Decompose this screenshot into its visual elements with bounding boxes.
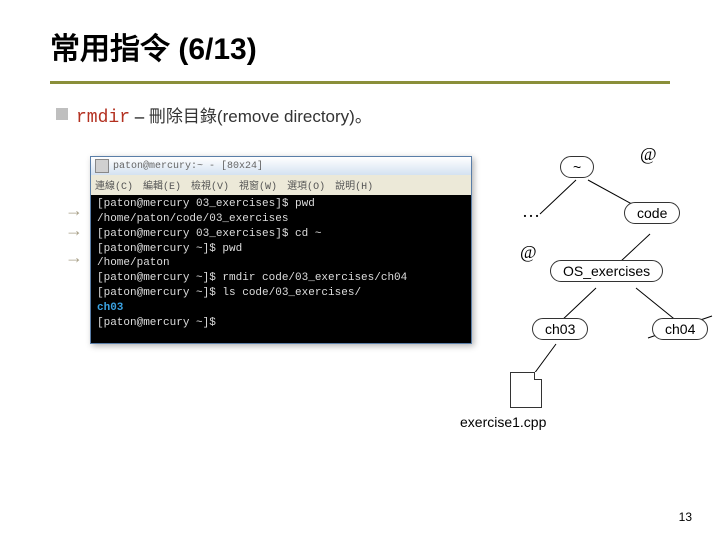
menu-item: 連線(C)	[95, 177, 133, 193]
at-annot-top: @	[640, 144, 657, 165]
terminal-titlebar: paton@mercury:~ - [80x24]	[91, 157, 471, 175]
command-name: rmdir	[76, 108, 130, 128]
bullet-line: rmdir – 刪除目錄(remove directory)。	[56, 102, 670, 128]
term-line: [paton@mercury ~]$ rmdir code/03_exercis…	[97, 271, 465, 286]
term-line: [paton@mercury 03_exercises]$ cd ~	[97, 227, 465, 242]
terminal-body: [paton@mercury 03_exercises]$ pwd /home/…	[91, 195, 471, 343]
term-line: [paton@mercury 03_exercises]$ pwd	[97, 197, 465, 212]
term-line: [paton@mercury ~]$ pwd	[97, 242, 465, 257]
file-label: exercise1.cpp	[460, 414, 546, 430]
term-prompt: [paton@mercury ~]$	[97, 316, 465, 331]
page-number: 13	[679, 510, 692, 524]
bullet-icon	[56, 108, 68, 120]
file-icon	[510, 372, 542, 408]
term-line: /home/paton/code/03_exercises	[97, 212, 465, 227]
console-icon	[95, 159, 109, 173]
menu-item: 說明(H)	[335, 177, 373, 193]
term-line: /home/paton	[97, 256, 465, 271]
command-desc: 刪除目錄(remove directory)。	[149, 107, 372, 126]
term-line-highlight: ch03	[97, 301, 465, 316]
node-code: code	[624, 202, 680, 224]
node-ch04: ch04	[652, 318, 708, 340]
menu-item: 選項(O)	[287, 177, 325, 193]
at-annot-mid: @	[520, 242, 537, 263]
arrow-icon: →	[65, 247, 83, 268]
arrow-icon: →	[65, 220, 83, 241]
terminal-menubar: 連線(C) 編輯(E) 檢視(V) 視窗(W) 選項(O) 說明(H)	[91, 175, 471, 195]
menu-item: 編輯(E)	[143, 177, 181, 193]
ellipsis: …	[522, 201, 540, 222]
terminal-title: paton@mercury:~ - [80x24]	[113, 161, 263, 172]
bullet-sep: –	[130, 107, 149, 126]
menu-item: 檢視(V)	[191, 177, 229, 193]
dir-tree: @ ~ … code @ OS_exercises ch03 ch04 exer…	[490, 146, 720, 466]
slide-title: 常用指令 (6/13)	[50, 24, 670, 68]
divider	[50, 78, 670, 84]
node-ch03: ch03	[532, 318, 588, 340]
content-area: → → → paton@mercury:~ - [80x24] 連線(C) 編輯…	[50, 146, 670, 486]
arrow-icon: →	[65, 200, 83, 221]
terminal-window: paton@mercury:~ - [80x24] 連線(C) 編輯(E) 檢視…	[90, 156, 472, 344]
term-line: [paton@mercury ~]$ ls code/03_exercises/	[97, 286, 465, 301]
node-home: ~	[560, 156, 594, 178]
menu-item: 視窗(W)	[239, 177, 277, 193]
node-os-exercises: OS_exercises	[550, 260, 663, 282]
